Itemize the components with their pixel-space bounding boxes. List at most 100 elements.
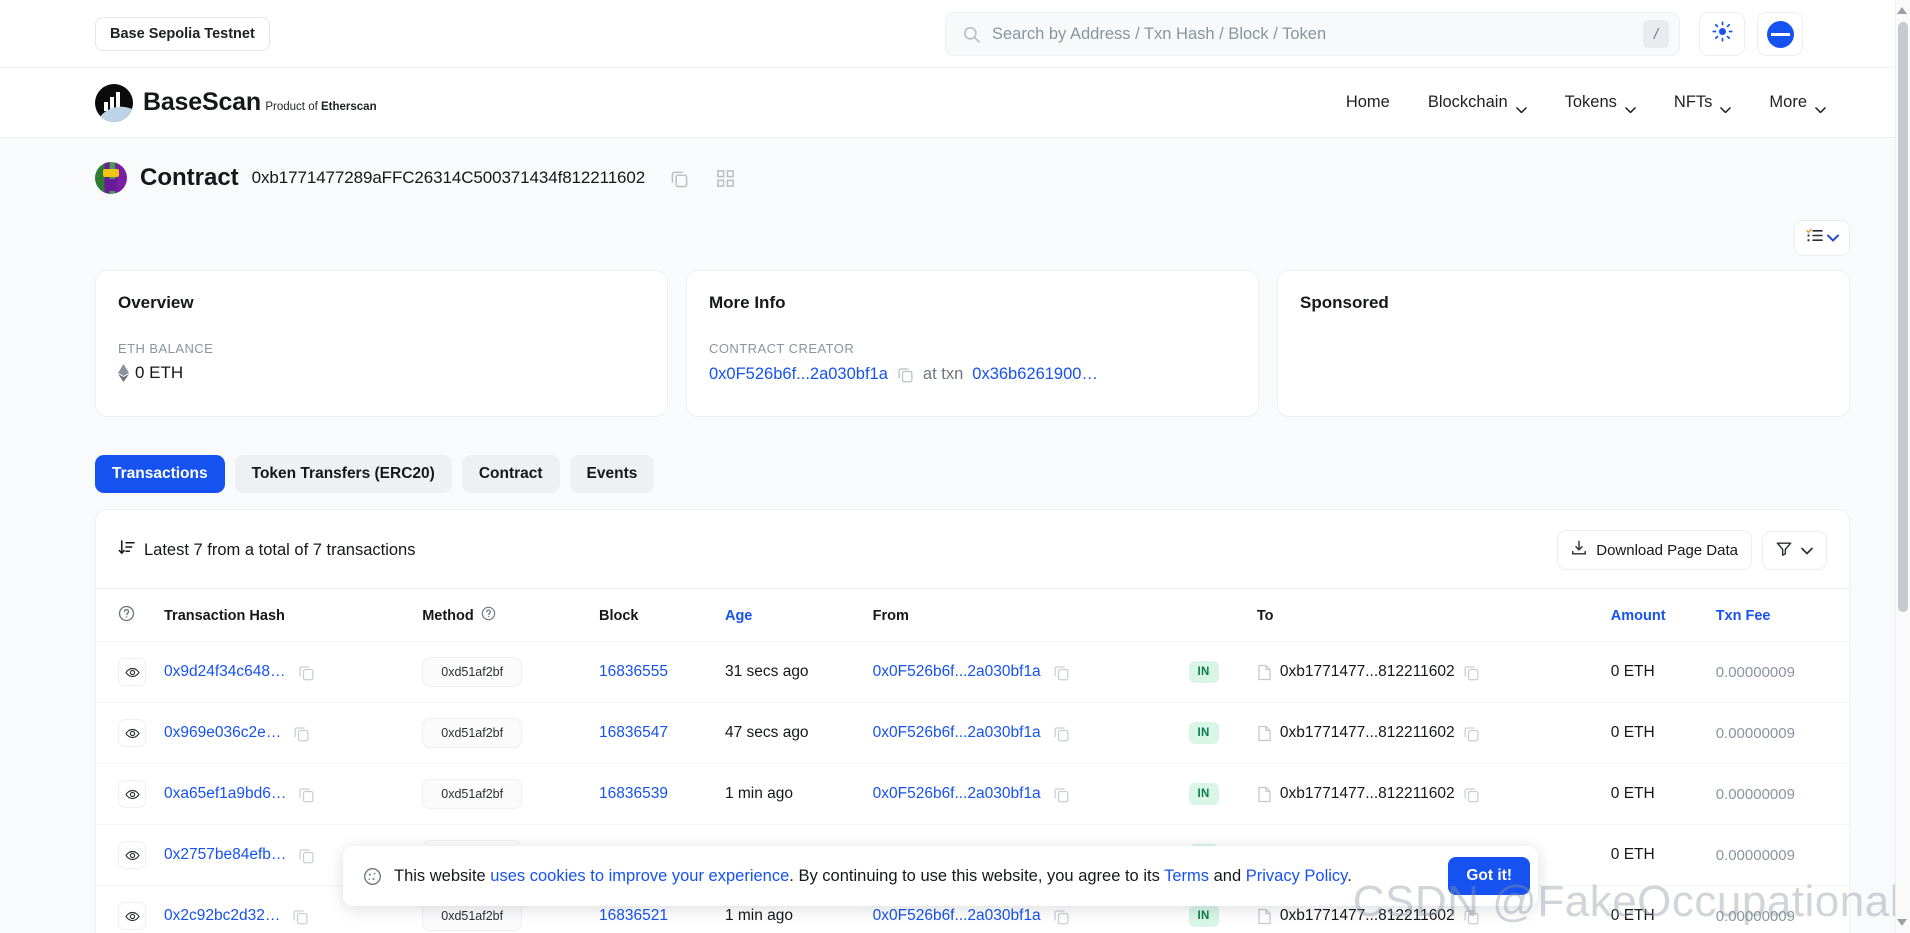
funnel-icon bbox=[1776, 541, 1792, 560]
logo-wordmark: BaseScan bbox=[143, 87, 261, 116]
to-address-text[interactable]: 0xb1771477...812211602 bbox=[1280, 663, 1455, 681]
transaction-hash-link[interactable]: 0x9d24f34c648… bbox=[164, 663, 286, 681]
eye-icon[interactable] bbox=[118, 658, 146, 686]
copy-icon[interactable] bbox=[1463, 725, 1480, 742]
cookie-policy-link[interactable]: uses cookies to improve your experience bbox=[490, 867, 789, 885]
contract-document-icon bbox=[1257, 664, 1272, 681]
row-preview-cell bbox=[96, 641, 156, 703]
theme-toggle-button[interactable] bbox=[1699, 12, 1745, 56]
eye-icon[interactable] bbox=[118, 841, 146, 869]
scrollbar-up-arrow-icon[interactable] bbox=[1897, 7, 1907, 14]
to-address-text[interactable]: 0xb1771477...812211602 bbox=[1280, 785, 1455, 803]
contract-document-icon bbox=[1257, 786, 1272, 803]
copy-icon[interactable] bbox=[298, 664, 315, 681]
help-circle-icon[interactable] bbox=[118, 605, 135, 626]
copy-icon[interactable] bbox=[1053, 786, 1070, 803]
row-preview-cell bbox=[96, 824, 156, 886]
network-selector[interactable]: Base Sepolia Testnet bbox=[95, 16, 270, 51]
method-badge[interactable]: 0xd51af2bf bbox=[422, 718, 523, 748]
search-input[interactable] bbox=[981, 24, 1643, 44]
transaction-hash-link[interactable]: 0x2757be84efb… bbox=[164, 846, 286, 864]
column-txn-fee[interactable]: Txn Fee bbox=[1708, 589, 1849, 642]
copy-icon[interactable] bbox=[1053, 908, 1070, 925]
page-scrollbar-thumb[interactable] bbox=[1897, 22, 1908, 612]
more-info-card-title: More Info bbox=[709, 293, 786, 312]
nav-item-home[interactable]: Home bbox=[1346, 93, 1390, 112]
cell-amount: 0 ETH bbox=[1602, 824, 1708, 886]
nav-item-label: Blockchain bbox=[1427, 93, 1508, 111]
block-link[interactable]: 16836521 bbox=[599, 907, 668, 924]
help-circle-icon[interactable] bbox=[481, 606, 496, 625]
cookie-accept-button[interactable]: Got it! bbox=[1448, 857, 1530, 895]
cell-from: 0x0F526b6f...2a030bf1a bbox=[864, 702, 1181, 764]
block-link[interactable]: 16836555 bbox=[599, 663, 668, 680]
from-address-link[interactable]: 0x0F526b6f...2a030bf1a bbox=[873, 907, 1041, 925]
filter-dropdown-button[interactable] bbox=[1762, 530, 1827, 570]
copy-icon[interactable] bbox=[1463, 786, 1480, 803]
transaction-hash-link[interactable]: 0xa65ef1a9bd6… bbox=[164, 785, 286, 803]
nav-item-more[interactable]: More bbox=[1769, 93, 1826, 114]
direction-badge: IN bbox=[1188, 722, 1219, 744]
logo-tagline-brand: Etherscan bbox=[321, 100, 377, 113]
to-address-text[interactable]: 0xb1771477...812211602 bbox=[1280, 907, 1455, 925]
copy-icon[interactable] bbox=[1463, 664, 1480, 681]
block-link[interactable]: 16836547 bbox=[599, 724, 668, 741]
copy-icon[interactable] bbox=[292, 908, 309, 925]
privacy-policy-link[interactable]: Privacy Policy bbox=[1246, 867, 1347, 885]
site-logo[interactable]: BaseScan Product of Etherscan bbox=[95, 83, 377, 122]
cell-direction: IN bbox=[1180, 702, 1249, 764]
direction-badge: IN bbox=[1188, 661, 1219, 683]
transaction-hash-link[interactable]: 0x2c92bc2d32… bbox=[164, 907, 280, 925]
eye-icon[interactable] bbox=[118, 902, 146, 930]
copy-icon[interactable] bbox=[1463, 908, 1480, 925]
copy-icon[interactable] bbox=[1053, 664, 1070, 681]
download-page-data-button[interactable]: Download Page Data bbox=[1557, 530, 1752, 570]
copy-icon[interactable] bbox=[897, 366, 914, 383]
tab-events[interactable]: Events bbox=[569, 455, 655, 493]
cookie-text-and: and bbox=[1209, 866, 1246, 885]
method-badge[interactable]: 0xd51af2bf bbox=[422, 779, 523, 809]
block-link[interactable]: 16836539 bbox=[599, 785, 668, 802]
copy-icon[interactable] bbox=[298, 786, 315, 803]
from-address-link[interactable]: 0x0F526b6f...2a030bf1a bbox=[873, 724, 1041, 742]
tab-transactions[interactable]: Transactions bbox=[95, 455, 225, 493]
nav-item-tokens[interactable]: Tokens bbox=[1564, 93, 1636, 114]
contract-document-icon bbox=[1257, 725, 1272, 742]
nav-item-label: Tokens bbox=[1564, 93, 1617, 111]
cell-txn-fee: 0.00000009 bbox=[1707, 763, 1849, 825]
column-age[interactable]: Age bbox=[717, 589, 865, 642]
creation-txn-link[interactable]: 0x36b6261900… bbox=[972, 365, 1098, 384]
terms-link[interactable]: Terms bbox=[1164, 867, 1209, 885]
nav-item-blockchain[interactable]: Blockchain bbox=[1427, 93, 1527, 114]
cell-block: 16836547 bbox=[591, 702, 717, 764]
copy-icon[interactable] bbox=[670, 169, 689, 188]
column-to: To bbox=[1256, 607, 1274, 624]
qr-code-icon[interactable] bbox=[716, 169, 735, 188]
search-bar[interactable]: / bbox=[945, 12, 1680, 56]
copy-icon[interactable] bbox=[1053, 725, 1070, 742]
column-amount[interactable]: Amount bbox=[1603, 589, 1708, 642]
chevron-down-icon bbox=[1625, 99, 1636, 114]
method-badge[interactable]: 0xd51af2bf bbox=[422, 657, 523, 687]
eye-icon[interactable] bbox=[118, 780, 146, 808]
eye-icon[interactable] bbox=[118, 719, 146, 747]
contract-creator-link[interactable]: 0x0F526b6f...2a030bf1a bbox=[709, 365, 888, 384]
to-address-text[interactable]: 0xb1771477...812211602 bbox=[1280, 724, 1455, 742]
tab-contract[interactable]: Contract bbox=[461, 455, 560, 493]
basescan-logo-icon bbox=[95, 83, 133, 122]
tab-token-transfers[interactable]: Token Transfers (ERC20) bbox=[234, 455, 452, 493]
copy-icon[interactable] bbox=[293, 725, 310, 742]
from-address-link[interactable]: 0x0F526b6f...2a030bf1a bbox=[873, 663, 1041, 681]
cell-direction: IN bbox=[1180, 763, 1249, 825]
from-address-link[interactable]: 0x0F526b6f...2a030bf1a bbox=[873, 785, 1041, 803]
copy-icon[interactable] bbox=[298, 847, 315, 864]
network-logo-button[interactable] bbox=[1757, 12, 1803, 56]
nav-item-nfts[interactable]: NFTs bbox=[1673, 93, 1732, 114]
cell-transaction-hash: 0x969e036c2e… bbox=[156, 702, 405, 764]
transactions-toolbar: Latest 7 from a total of 7 transactions … bbox=[96, 510, 1849, 589]
list-view-dropdown-button[interactable] bbox=[1794, 220, 1850, 256]
nav-item-label: NFTs bbox=[1673, 93, 1713, 111]
cell-from: 0x0F526b6f...2a030bf1a bbox=[864, 641, 1181, 703]
scrollbar-down-arrow-icon[interactable] bbox=[1897, 919, 1907, 926]
transaction-hash-link[interactable]: 0x969e036c2e… bbox=[164, 724, 281, 742]
